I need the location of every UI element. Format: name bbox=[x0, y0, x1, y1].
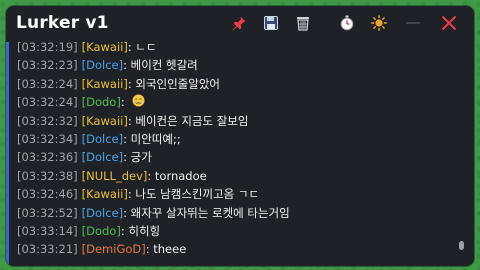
chat-message: [03:32:19] [Kawaii]: ㄴㄷ bbox=[17, 38, 157, 56]
chat-log[interactable]: [03:32:19] [Kawaii]: ㄴㄷ [03:32:23] [Dolce]:… bbox=[6, 40, 474, 266]
message-username[interactable]: [Dolce] bbox=[82, 132, 123, 146]
message-username[interactable]: [Dodo] bbox=[82, 224, 121, 238]
message-timestamp: [03:32:38] bbox=[17, 168, 78, 183]
message-timestamp: [03:32:36] bbox=[17, 150, 78, 165]
message-text: : theee bbox=[145, 242, 187, 257]
chat-message: [03:32:34] [Dolce]: 미안띠예;; bbox=[17, 130, 181, 148]
message-timestamp: [03:32:46] bbox=[17, 187, 78, 202]
message-text: : 미안띠예;; bbox=[123, 132, 181, 146]
message-timestamp: [03:32:32] bbox=[17, 113, 78, 128]
message-text: : 나도 남캠스킨끼고옴 ㄱㄷ bbox=[127, 187, 260, 202]
clear-button[interactable] bbox=[292, 12, 314, 34]
message-timestamp: [03:32:23] bbox=[17, 58, 78, 73]
message-username[interactable]: [Dodo] bbox=[82, 95, 121, 109]
minimize-button[interactable] bbox=[402, 12, 424, 34]
close-icon bbox=[442, 16, 456, 30]
chat-message: [03:32:46] [Kawaii]: 나도 남캠스킨끼고옴 ㄱㄷ bbox=[17, 185, 259, 203]
message-timestamp: [03:32:24] bbox=[17, 95, 78, 110]
message-username[interactable]: [Kawaii] bbox=[82, 77, 128, 91]
chat-message: [03:32:23] [Dolce]: 베이컨 헷갈려 bbox=[17, 56, 198, 74]
message-text: : 긍가 bbox=[123, 150, 152, 165]
message-text: : 베이컨은 지금도 잘보임 bbox=[127, 113, 249, 128]
chat-message: [03:32:24] [Kawaii]: 외국인인줄알았어 bbox=[17, 75, 220, 93]
close-button[interactable] bbox=[438, 12, 460, 34]
chat-message: [03:32:52] [Dolce]: 왜자꾸 살자뛰는 로켓에 타는거임 bbox=[17, 204, 290, 222]
app-window: Lurker v1 [03:32:19] [Kawaii]: ㄴㄷ [03:32… bbox=[6, 6, 474, 266]
scrollbar-thumb[interactable] bbox=[459, 241, 464, 250]
message-timestamp: [03:32:34] bbox=[17, 132, 78, 146]
chat-message: [03:32:32] [Kawaii]: 베이컨은 지금도 잘보임 bbox=[17, 112, 248, 130]
message-text: : bbox=[120, 95, 129, 110]
message-username[interactable]: [Kawaii] bbox=[82, 187, 128, 201]
message-timestamp: [03:32:19] bbox=[17, 40, 78, 54]
chat-message: [03:32:36] [Dolce]: 긍가 bbox=[17, 148, 152, 166]
message-username[interactable]: [Dolce] bbox=[82, 58, 123, 72]
message-timestamp: [03:32:24] bbox=[17, 76, 78, 91]
message-text: : ㄴㄷ bbox=[127, 40, 157, 54]
message-username[interactable]: [Dolce] bbox=[82, 150, 123, 164]
chat-message: [03:32:38] [NULL_dev]: tornadoe bbox=[17, 167, 207, 185]
chat-message: [03:33:14] [Dodo]: 히히힝 bbox=[17, 222, 160, 240]
minimize-icon bbox=[406, 22, 420, 24]
title-bar[interactable]: Lurker v1 bbox=[6, 6, 474, 40]
chat-message: [03:33:21] [DemiGoD]: theee bbox=[17, 240, 186, 258]
message-text: : 베이컨 헷갈려 bbox=[123, 58, 198, 73]
timer-button[interactable] bbox=[336, 12, 358, 34]
message-username[interactable]: [NULL_dev] bbox=[82, 169, 148, 183]
theme-button[interactable] bbox=[368, 12, 390, 34]
message-text: : 외국인인줄알았어 bbox=[127, 76, 220, 91]
message-timestamp: [03:33:14] bbox=[17, 224, 78, 238]
stopwatch-icon bbox=[340, 15, 354, 31]
floppy-disk-icon bbox=[264, 16, 278, 30]
message-username[interactable]: [Kawaii] bbox=[82, 40, 128, 54]
message-username[interactable]: [Dolce] bbox=[82, 206, 123, 220]
pin-icon bbox=[232, 16, 246, 31]
message-text: : tornadoe bbox=[147, 168, 207, 183]
message-timestamp: [03:32:52] bbox=[17, 205, 78, 220]
save-button[interactable] bbox=[260, 12, 282, 34]
trash-basket-icon bbox=[297, 17, 309, 31]
message-text: : 왜자꾸 살자뛰는 로켓에 타는거임 bbox=[123, 205, 290, 220]
crying-face-icon bbox=[132, 94, 146, 112]
message-username[interactable]: [DemiGoD] bbox=[82, 242, 146, 256]
app-title: Lurker v1 bbox=[16, 13, 109, 33]
sun-icon bbox=[371, 15, 387, 31]
message-text: : 히히힝 bbox=[120, 224, 161, 238]
message-timestamp: [03:33:21] bbox=[17, 242, 78, 257]
pin-button[interactable] bbox=[228, 12, 250, 34]
chat-message: [03:32:24] [Dodo]: bbox=[17, 93, 146, 112]
message-username[interactable]: [Kawaii] bbox=[82, 114, 128, 128]
